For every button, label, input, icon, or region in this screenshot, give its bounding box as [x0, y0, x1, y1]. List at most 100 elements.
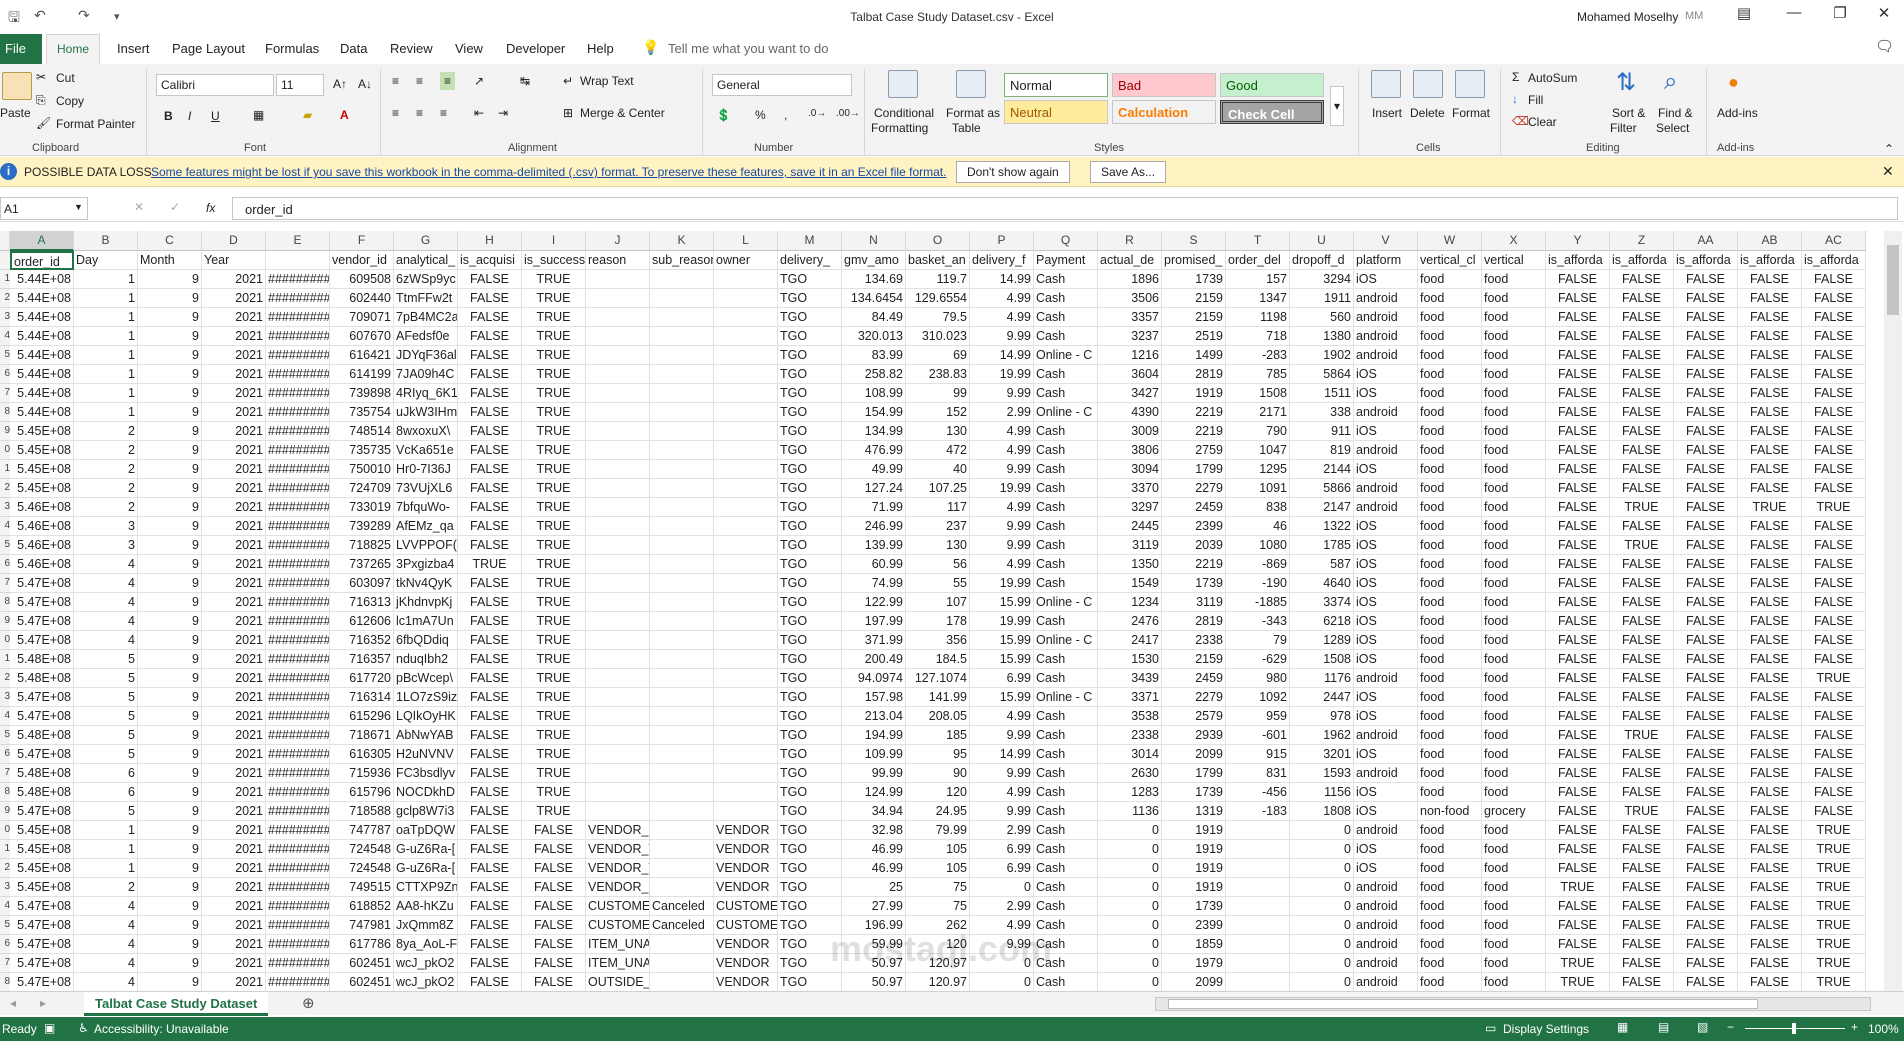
table-cell[interactable]: FALSE [1674, 460, 1738, 479]
table-cell[interactable]: 60.99 [842, 555, 906, 574]
table-cell[interactable]: 980 [1226, 669, 1290, 688]
table-cell[interactable]: 1 [74, 270, 138, 289]
table-cell[interactable]: 0 [1290, 935, 1354, 954]
table-cell[interactable]: food [1482, 688, 1546, 707]
table-cell[interactable]: uJkW3IHm [394, 403, 458, 422]
table-cell[interactable]: food [1418, 289, 1482, 308]
table-cell[interactable] [586, 517, 650, 536]
table-cell[interactable]: 2819 [1162, 612, 1226, 631]
table-cell[interactable]: TRUE [1546, 954, 1610, 973]
table-cell[interactable]: CUSTOME [714, 916, 778, 935]
table-cell[interactable]: TRUE [1610, 536, 1674, 555]
table-cell[interactable]: FALSE [1546, 479, 1610, 498]
table-cell[interactable]: 2.99 [970, 403, 1034, 422]
table-cell[interactable]: 83.99 [842, 346, 906, 365]
table-cell[interactable]: FALSE [1546, 536, 1610, 555]
row-header[interactable]: 8 [0, 403, 10, 422]
table-cell[interactable]: FALSE [1738, 897, 1802, 916]
table-cell[interactable]: 27.99 [842, 897, 906, 916]
row-header[interactable]: 7 [0, 764, 10, 783]
table-cell[interactable]: 120.97 [906, 973, 970, 991]
dont-show-again-button[interactable]: Don't show again [956, 161, 1070, 183]
table-cell[interactable]: 5 [74, 688, 138, 707]
cut-button[interactable]: Cut [56, 71, 75, 85]
table-cell[interactable]: FALSE [1674, 441, 1738, 460]
italic-icon[interactable]: I [188, 109, 191, 123]
table-cell[interactable]: FALSE [1610, 650, 1674, 669]
zoom-level[interactable]: 100% [1868, 1022, 1899, 1036]
table-cell[interactable]: 718 [1226, 327, 1290, 346]
table-cell[interactable]: FALSE [1674, 802, 1738, 821]
table-cell[interactable]: FALSE [1546, 650, 1610, 669]
table-cell[interactable]: TRUE [522, 270, 586, 289]
column-header[interactable]: L [714, 231, 778, 251]
table-cell[interactable]: FALSE [1802, 479, 1866, 498]
table-cell[interactable]: 5.48E+08 [10, 764, 74, 783]
table-cell[interactable] [586, 593, 650, 612]
table-cell[interactable]: TGO [778, 726, 842, 745]
table-cell[interactable]: FALSE [1802, 346, 1866, 365]
table-cell[interactable]: -183 [1226, 802, 1290, 821]
table-cell[interactable]: 4 [74, 574, 138, 593]
table-cell[interactable]: android [1354, 954, 1418, 973]
table-cell[interactable]: FALSE [458, 650, 522, 669]
table-cell[interactable]: iOS [1354, 745, 1418, 764]
table-cell[interactable]: TGO [778, 821, 842, 840]
table-cell[interactable]: FALSE [1674, 498, 1738, 517]
table-cell[interactable]: Cash [1034, 384, 1098, 403]
table-cell[interactable]: 1 [74, 821, 138, 840]
table-cell[interactable]: 152 [906, 403, 970, 422]
table-cell[interactable]: 2939 [1162, 726, 1226, 745]
table-cell[interactable]: FALSE [1546, 517, 1610, 536]
avatar[interactable]: MM [1685, 10, 1703, 22]
table-cell[interactable]: Cash [1034, 270, 1098, 289]
row-header[interactable]: 1 [0, 270, 10, 289]
table-cell[interactable]: 1919 [1162, 821, 1226, 840]
table-cell[interactable]: 616305 [330, 745, 394, 764]
table-cell[interactable]: JDYqF36al [394, 346, 458, 365]
table-cell[interactable]: 1530 [1098, 650, 1162, 669]
table-cell[interactable]: FALSE [458, 536, 522, 555]
table-cell[interactable]: food [1418, 536, 1482, 555]
table-cell[interactable] [1226, 916, 1290, 935]
header-cell[interactable]: owner [714, 251, 778, 270]
table-cell[interactable]: FALSE [458, 954, 522, 973]
header-cell[interactable]: reason [586, 251, 650, 270]
table-cell[interactable]: 2021 [202, 441, 266, 460]
table-cell[interactable]: food [1482, 935, 1546, 954]
tab-page-layout[interactable]: Page Layout [172, 41, 245, 56]
header-cell[interactable]: order_del [1226, 251, 1290, 270]
table-cell[interactable]: 197.99 [842, 612, 906, 631]
header-cell[interactable]: dropoff_d [1290, 251, 1354, 270]
table-cell[interactable]: 117 [906, 498, 970, 517]
table-cell[interactable]: 5866 [1290, 479, 1354, 498]
tab-file[interactable]: File [0, 34, 42, 64]
table-cell[interactable] [714, 536, 778, 555]
table-cell[interactable]: food [1482, 916, 1546, 935]
table-cell[interactable] [586, 346, 650, 365]
table-cell[interactable]: FALSE [1546, 346, 1610, 365]
table-cell[interactable]: 718671 [330, 726, 394, 745]
table-cell[interactable]: 4 [74, 897, 138, 916]
comma-style-icon[interactable]: , [784, 108, 787, 122]
table-cell[interactable]: FALSE [1610, 669, 1674, 688]
table-cell[interactable]: food [1418, 707, 1482, 726]
table-cell[interactable]: android [1354, 726, 1418, 745]
table-cell[interactable]: 2021 [202, 954, 266, 973]
header-cell[interactable]: vendor_id [330, 251, 394, 270]
table-cell[interactable]: FALSE [1674, 536, 1738, 555]
table-cell[interactable]: 1091 [1226, 479, 1290, 498]
table-cell[interactable]: food [1482, 783, 1546, 802]
table-cell[interactable]: FALSE [1610, 441, 1674, 460]
table-cell[interactable]: 0 [970, 878, 1034, 897]
table-cell[interactable]: 607670 [330, 327, 394, 346]
table-cell[interactable]: 46.99 [842, 840, 906, 859]
paste-icon[interactable] [2, 72, 32, 100]
table-cell[interactable] [586, 612, 650, 631]
table-cell[interactable]: TRUE [522, 498, 586, 517]
table-cell[interactable]: TGO [778, 897, 842, 916]
table-cell[interactable]: food [1482, 270, 1546, 289]
table-cell[interactable]: FALSE [1738, 327, 1802, 346]
table-cell[interactable]: food [1482, 365, 1546, 384]
table-cell[interactable]: TRUE [522, 403, 586, 422]
